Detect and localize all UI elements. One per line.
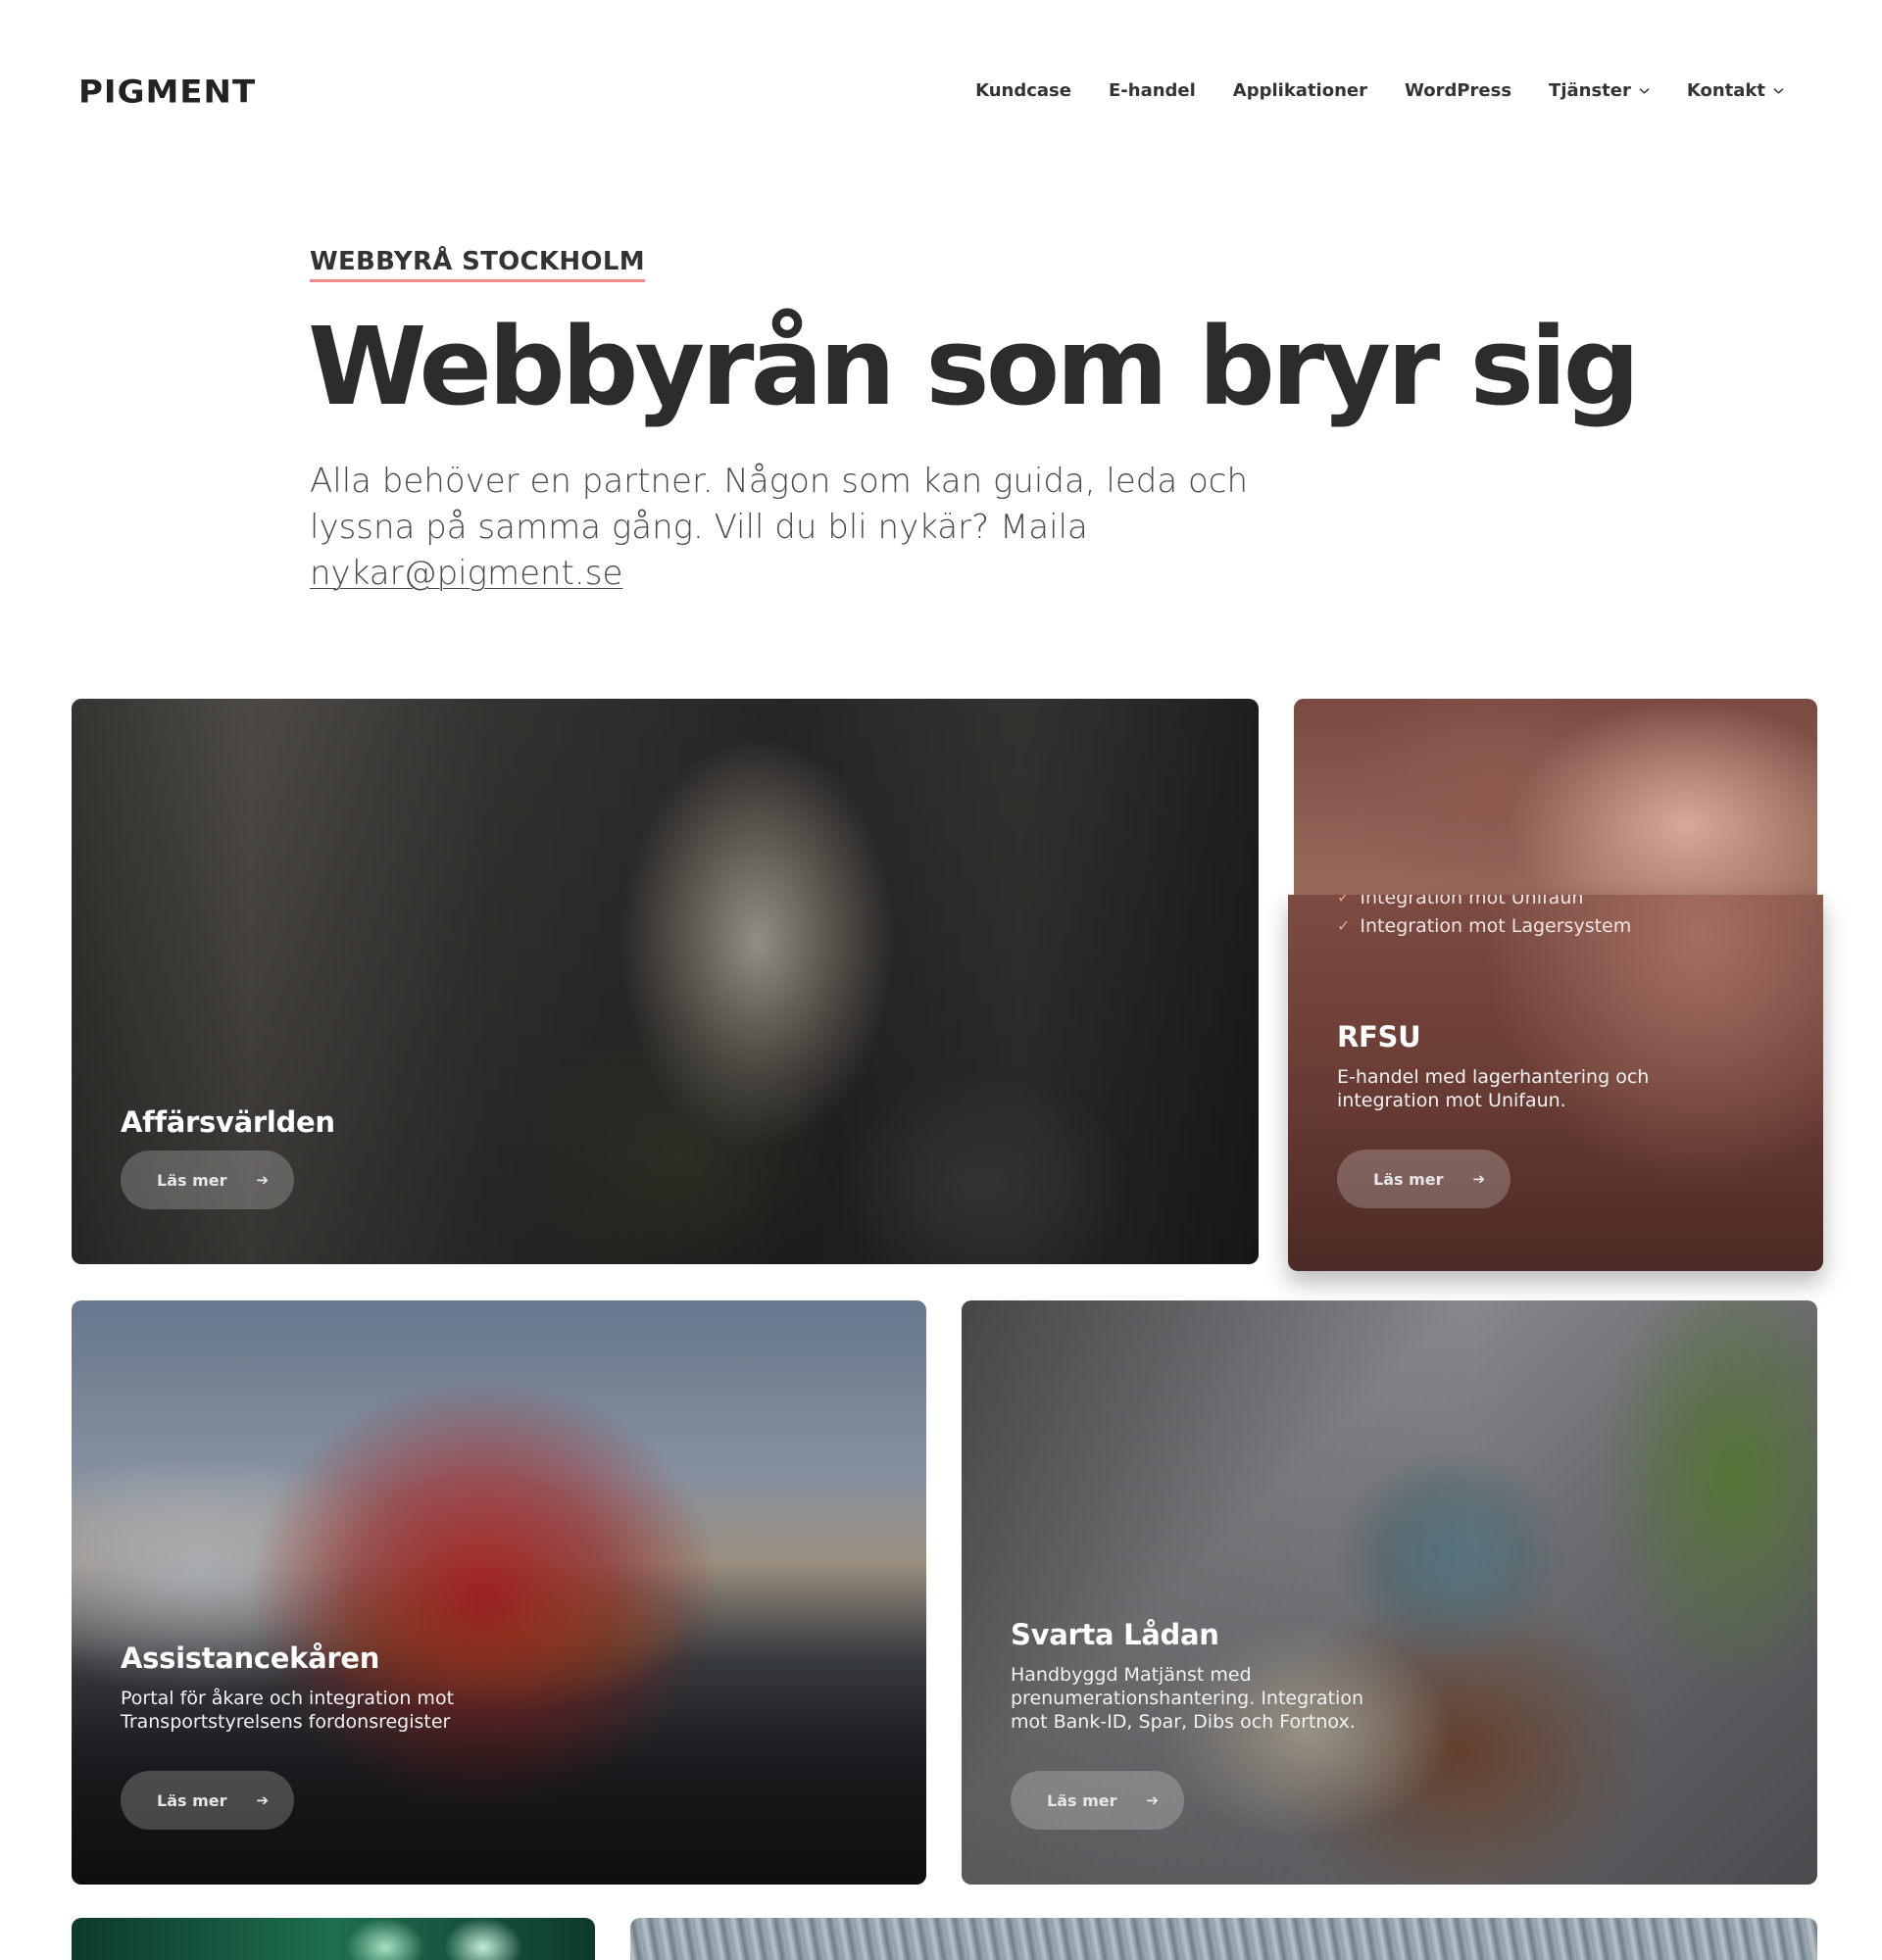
card-description: Handbyggd Matjänst med prenumerationshan… [1011, 1664, 1364, 1733]
nav-item-label: Kontakt [1686, 80, 1765, 101]
card-title: Affärsvärlden [121, 1105, 335, 1139]
chevron-down-icon [1773, 88, 1784, 94]
feature-label: Integration mot Unifaun [1360, 895, 1584, 908]
button-label: Läs mer [1373, 1169, 1444, 1189]
arrow-right-icon: ➔ [256, 1171, 270, 1189]
arrow-right-icon: ➔ [1146, 1791, 1160, 1809]
check-icon: ✓ [1337, 916, 1351, 935]
case-image [1294, 699, 1817, 895]
read-more-button[interactable]: Läs mer ➔ [121, 1151, 295, 1209]
card-description: Portal för åkare och integration mot Tra… [121, 1688, 455, 1733]
nav-item-label: Tjänster [1549, 80, 1631, 101]
case-card-partial[interactable] [630, 1918, 1817, 1960]
feature-list: ✓ Integration mot Unifaun ✓ Integration mo… [1337, 895, 1631, 940]
card-content: RFSU E-handel med lagerhantering och int… [1337, 1020, 1784, 1208]
nav-item-wordpress[interactable]: WordPress [1405, 80, 1511, 101]
nav-item-label: E-handel [1108, 80, 1196, 101]
read-more-button[interactable]: Läs mer ➔ [1011, 1771, 1185, 1830]
nav-item-label: Kundcase [975, 80, 1071, 101]
read-more-button[interactable]: Läs mer ➔ [121, 1771, 295, 1830]
card-title: Svarta Lådan [1011, 1618, 1219, 1651]
hero-text: Alla behöver en partner. Någon som kan g… [310, 459, 1290, 597]
card-content: Affärsvärlden Läs mer ➔ [121, 1105, 1219, 1209]
feature-item: ✓ Integration mot Unifaun [1337, 895, 1631, 911]
read-more-button[interactable]: Läs mer ➔ [1337, 1150, 1511, 1208]
card-title: RFSU [1337, 1020, 1421, 1054]
case-card-svarta-ladan[interactable]: Svarta Lådan Handbyggd Matjänst med pren… [962, 1300, 1817, 1885]
hero-eyebrow: WEBBYRÅ STOCKHOLM [310, 247, 645, 282]
nav-item-label: Applikationer [1232, 80, 1367, 101]
card-panel: ✓ Integration mot Unifaun ✓ Integration mo… [1288, 895, 1823, 1271]
nav-item-applikationer[interactable]: Applikationer [1233, 80, 1367, 101]
card-description: E-handel med lagerhantering och integrat… [1337, 1066, 1650, 1111]
button-label: Läs mer [157, 1170, 227, 1190]
nav-item-tjanster[interactable]: Tjänster [1549, 80, 1650, 101]
email-link[interactable]: nykar@pigment.se [310, 554, 622, 593]
hero-text-body: Alla behöver en partner. Någon som kan g… [310, 462, 1249, 547]
arrow-right-icon: ➔ [256, 1791, 270, 1809]
main-nav: Kundcase E-handel Applikationer WordPres… [975, 80, 1784, 101]
card-content: Assistancekåren Portal för åkare och int… [121, 1642, 887, 1830]
nav-item-label: WordPress [1405, 80, 1512, 101]
feature-label: Integration mot Lagersystem [1360, 914, 1632, 937]
hero-title: Webbyrån som bryr sig [308, 304, 1640, 429]
case-card-partial[interactable] [72, 1918, 595, 1960]
button-label: Läs mer [1047, 1790, 1117, 1810]
case-card-rfsu[interactable]: ✓ Integration mot Unifaun ✓ Integration mo… [1288, 699, 1823, 1271]
card-title: Assistancekåren [121, 1642, 380, 1675]
check-icon: ✓ [1337, 895, 1351, 906]
case-card-affarsvarlden[interactable]: Affärsvärlden Läs mer ➔ [72, 699, 1259, 1264]
card-content: Svarta Lådan Handbyggd Matjänst med pren… [1011, 1618, 1778, 1830]
feature-item: ✓ Integration mot Lagersystem [1337, 911, 1631, 940]
logo[interactable]: PIGMENT [78, 74, 256, 111]
button-label: Läs mer [157, 1790, 227, 1810]
nav-item-kontakt[interactable]: Kontakt [1687, 80, 1784, 101]
nav-item-kundcase[interactable]: Kundcase [975, 80, 1071, 101]
nav-item-e-handel[interactable]: E-handel [1109, 80, 1196, 101]
chevron-down-icon [1639, 88, 1650, 94]
arrow-right-icon: ➔ [1472, 1170, 1486, 1188]
case-card-assistancekaren[interactable]: Assistancekåren Portal för åkare och int… [72, 1300, 926, 1885]
